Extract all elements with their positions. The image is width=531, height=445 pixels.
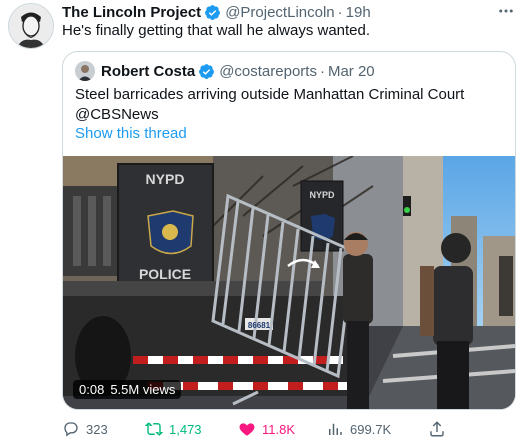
quoted-tweet-text: Steel barricades arriving outside Manhat…: [75, 85, 495, 125]
quoted-tweet-header: Robert Costa @costareports · Mar 20: [75, 61, 375, 81]
tweet-actions: 323 1,473 11.8K 699.7K: [62, 420, 492, 442]
quoted-tweet[interactable]: Robert Costa @costareports · Mar 20 Stee…: [62, 51, 516, 410]
quoted-text-line1: Steel barricades arriving outside Manhat…: [75, 86, 465, 103]
show-thread-link[interactable]: Show this thread: [75, 125, 187, 142]
police-truck-sign: POLICE: [139, 266, 191, 282]
views-icon: [329, 423, 342, 435]
nypd-barrier-sign: NYPD: [309, 190, 335, 200]
video-duration: 0:08: [79, 382, 105, 397]
quoted-text-line2: @CBSNews: [75, 106, 159, 123]
nypd-truck-sign: NYPD: [146, 171, 185, 187]
reply-button[interactable]: 323: [62, 420, 108, 438]
video-views: 5.5M views: [110, 382, 176, 397]
reply-icon: [64, 422, 78, 437]
tweet-text: He's finally getting that wall he always…: [62, 22, 371, 39]
share-icon: [430, 421, 444, 437]
more-icon[interactable]: [495, 1, 517, 21]
quoted-timestamp[interactable]: Mar 20: [328, 63, 375, 80]
author-avatar[interactable]: [8, 3, 54, 49]
share-button[interactable]: [428, 420, 452, 438]
video-info-badge: 0:08 5.5M views: [73, 380, 182, 399]
retweet-button[interactable]: 1,473: [145, 420, 202, 438]
video-frame-image: NYPD POLICE NYPD 86681: [63, 156, 515, 409]
like-count: 11.8K: [262, 421, 296, 437]
separator-dot: ·: [319, 62, 325, 80]
quoted-author-avatar: [75, 61, 95, 81]
verified-badge-icon: [204, 4, 221, 21]
retweet-count: 1,473: [169, 421, 202, 437]
heart-icon: [239, 423, 255, 436]
author-name[interactable]: The Lincoln Project: [62, 4, 201, 21]
reply-count: 323: [86, 421, 108, 437]
tweet-header: The Lincoln Project @ProjectLincoln · 19…: [62, 3, 371, 21]
separator-dot: ·: [337, 3, 343, 21]
verified-badge-icon: [198, 63, 215, 80]
views-button[interactable]: 699.7K: [326, 420, 391, 438]
view-count: 699.7K: [350, 421, 392, 437]
retweet-icon: [145, 422, 163, 436]
quoted-author-name[interactable]: Robert Costa: [101, 63, 195, 80]
quoted-author-handle[interactable]: @costareports: [219, 63, 317, 80]
video-player[interactable]: NYPD POLICE NYPD 86681 0:08 5.5M views: [63, 156, 515, 409]
license-plate-text: 86681: [248, 321, 271, 330]
lincoln-portrait-image: [9, 4, 53, 48]
author-handle[interactable]: @ProjectLincoln: [225, 4, 334, 21]
like-button[interactable]: 11.8K: [238, 420, 295, 438]
tweet-timestamp[interactable]: 19h: [346, 4, 371, 21]
